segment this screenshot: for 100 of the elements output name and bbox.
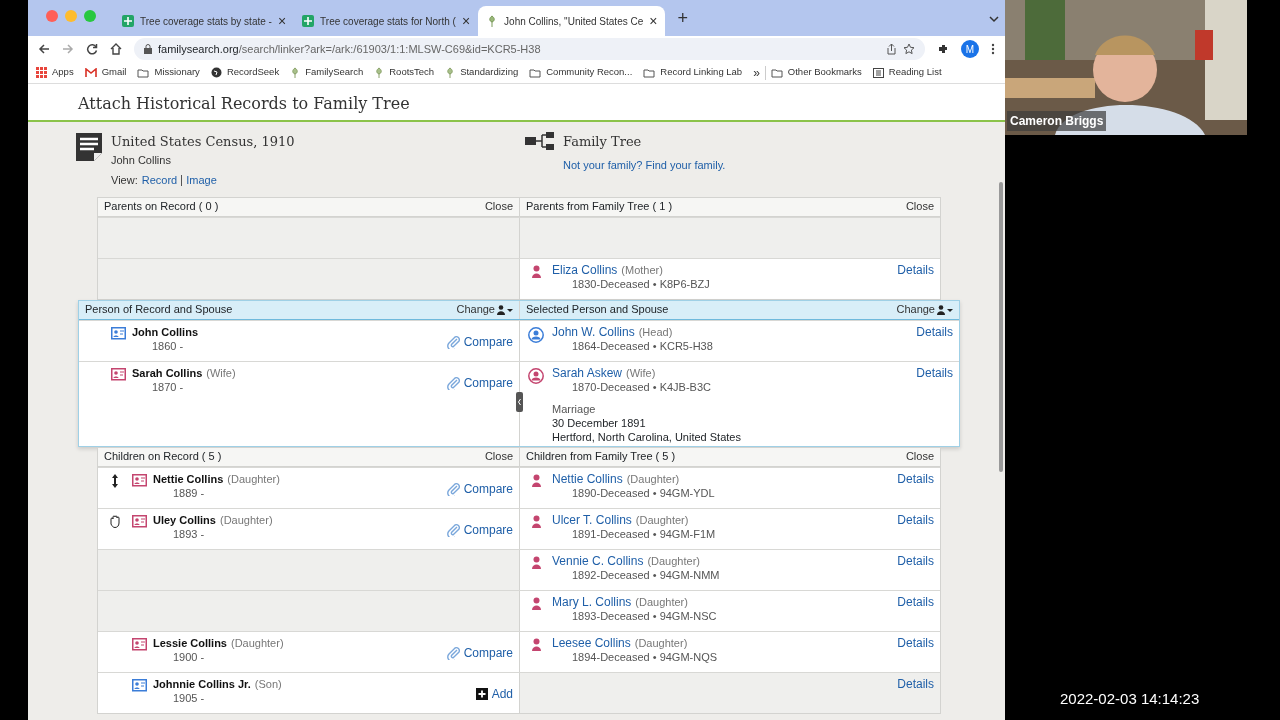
bookmark-link[interactable]: Standardizing <box>445 65 519 80</box>
add-link[interactable]: Add <box>475 686 513 701</box>
tree-icon <box>290 67 301 78</box>
new-tab-button[interactable]: + <box>665 5 700 36</box>
relationship-label: (Daughter) <box>231 635 284 650</box>
person-link[interactable]: John W. Collins <box>552 324 635 339</box>
bookmark-link[interactable]: FamilySearch <box>290 65 364 80</box>
details-link[interactable]: Details <box>916 365 953 444</box>
bookmark-link[interactable]: Gmail <box>84 65 127 80</box>
folder-icon <box>137 67 150 78</box>
record-card-icon <box>132 473 147 487</box>
birth-year: 1860 - <box>151 338 185 353</box>
relationship-label: (Daughter) <box>635 594 688 609</box>
browser-tab[interactable]: Tree coverage stats for North ( × <box>294 6 479 36</box>
record-person: John Collins <box>111 152 172 168</box>
person-link[interactable]: Sarah Askew <box>552 365 623 380</box>
details-link[interactable]: Details <box>897 471 934 506</box>
person-name: Nettie Collins <box>153 471 224 486</box>
person-link[interactable]: Leesee Collins <box>552 635 631 650</box>
close-icon[interactable]: × <box>649 10 658 32</box>
bookmark-link[interactable]: Apps <box>36 65 74 80</box>
compare-link[interactable]: Compare <box>445 481 513 496</box>
details-link[interactable]: Details <box>897 512 934 547</box>
globe-icon <box>210 67 222 78</box>
spreadsheet-icon <box>122 15 134 27</box>
browser-tab[interactable]: John Collins, "United States Ce × <box>478 6 666 36</box>
details-link[interactable]: Details <box>916 324 953 359</box>
chevron-icon[interactable] <box>989 14 999 24</box>
lifespan-id: 1890-Deceased • 94GM-YDL <box>571 485 716 500</box>
compare-link[interactable]: Compare <box>445 645 513 660</box>
person-link[interactable]: Nettie Collins <box>552 471 623 486</box>
browser-tab[interactable]: Tree coverage stats by state - × <box>114 6 295 36</box>
person-link[interactable]: Ulcer T. Collins <box>552 512 632 527</box>
overflow-button[interactable]: » <box>753 63 760 82</box>
tree-icon <box>374 67 385 78</box>
marriage-label: Marriage <box>552 401 597 416</box>
bookmark-link[interactable]: Reading List <box>872 65 942 80</box>
person-caret-icon <box>937 304 953 315</box>
lifespan-id: 1893-Deceased • 94GM-NSC <box>571 609 718 623</box>
person-link[interactable]: Eliza Collins <box>552 262 618 277</box>
section-header: Parents on Record ( 0 ) <box>104 199 219 215</box>
relationship-label: (Head) <box>638 324 673 339</box>
relationship-label: (Daughter) <box>634 635 688 650</box>
star-icon[interactable] <box>903 43 915 55</box>
relationship-label: (Daughter) <box>635 512 689 527</box>
details-link[interactable]: Details <box>897 594 934 629</box>
bookmark-link[interactable]: Other Bookmarks <box>770 65 862 80</box>
collapse-handle-icon[interactable] <box>516 391 523 412</box>
puzzle-icon[interactable] <box>937 43 949 55</box>
details-link[interactable]: Details <box>897 635 934 670</box>
marriage-detail: 30 December 1891 <box>552 415 647 430</box>
compare-link[interactable]: Compare <box>445 375 513 390</box>
close-button[interactable]: Close <box>484 198 513 215</box>
menu-icon[interactable] <box>991 43 995 55</box>
record-title: United States Census, 1910 <box>111 133 295 151</box>
relationship-label: (Mother) <box>621 262 663 277</box>
close-icon[interactable]: × <box>277 10 287 32</box>
tree-diagram-icon <box>525 132 555 150</box>
record-card-icon <box>132 678 147 692</box>
view-link[interactable]: Record <box>141 172 178 189</box>
bookmark-link[interactable]: Record Linking Lab <box>643 65 743 80</box>
details-link[interactable]: Details <box>897 553 934 588</box>
view-link[interactable]: Image <box>186 172 217 189</box>
change-button[interactable]: Change <box>896 301 953 318</box>
drag-handle-icon[interactable] <box>110 473 120 488</box>
tree-icon <box>445 67 456 78</box>
reload-icon[interactable] <box>86 43 98 55</box>
find-family-link[interactable]: Not your family? Find your family. <box>563 158 726 171</box>
share-icon[interactable] <box>886 43 897 55</box>
lifespan-id: 1864-Deceased • KCR5-H38 <box>571 338 714 353</box>
bookmark-link[interactable]: RootsTech <box>374 65 435 80</box>
grid-icon <box>36 67 47 78</box>
paperclip-icon <box>445 334 460 349</box>
back-icon[interactable] <box>38 43 50 55</box>
birth-year: 1870 - <box>151 379 185 394</box>
change-button[interactable]: Change <box>456 301 513 318</box>
birth-year: 1889 - <box>172 485 206 500</box>
address-field[interactable]: familysearch.org/search/linker?ark=/ark:/61903/1:1:MLSW-C69&id=KCR5-H38 <box>134 38 925 60</box>
grab-handle-icon[interactable] <box>109 514 121 528</box>
relationship-label: (Daughter) <box>227 471 280 486</box>
paperclip-icon <box>445 375 460 390</box>
profile-avatar[interactable]: M <box>961 40 979 58</box>
birth-year: 1893 - <box>172 526 206 541</box>
person-link[interactable]: Vennie C. Collins <box>552 553 644 568</box>
close-icon[interactable]: × <box>461 10 471 32</box>
bookmark-link[interactable]: Community Recon... <box>529 65 633 80</box>
details-link[interactable]: Details <box>897 676 934 711</box>
close-button[interactable]: Close <box>905 448 934 465</box>
bookmark-link[interactable]: RecordSeek <box>210 65 280 80</box>
compare-link[interactable]: Compare <box>445 522 513 537</box>
details-link[interactable]: Details <box>897 262 934 297</box>
relationship-label: (Daughter) <box>626 471 680 486</box>
section-header: Parents from Family Tree ( 1 ) <box>526 199 673 215</box>
compare-link[interactable]: Compare <box>445 334 513 349</box>
close-button[interactable]: Close <box>905 198 934 215</box>
close-button[interactable]: Close <box>484 448 513 465</box>
scrollbar[interactable] <box>999 182 1003 472</box>
bookmark-link[interactable]: Missionary <box>137 65 200 80</box>
person-link[interactable]: Mary L. Collins <box>552 594 632 609</box>
home-icon[interactable] <box>110 43 122 55</box>
